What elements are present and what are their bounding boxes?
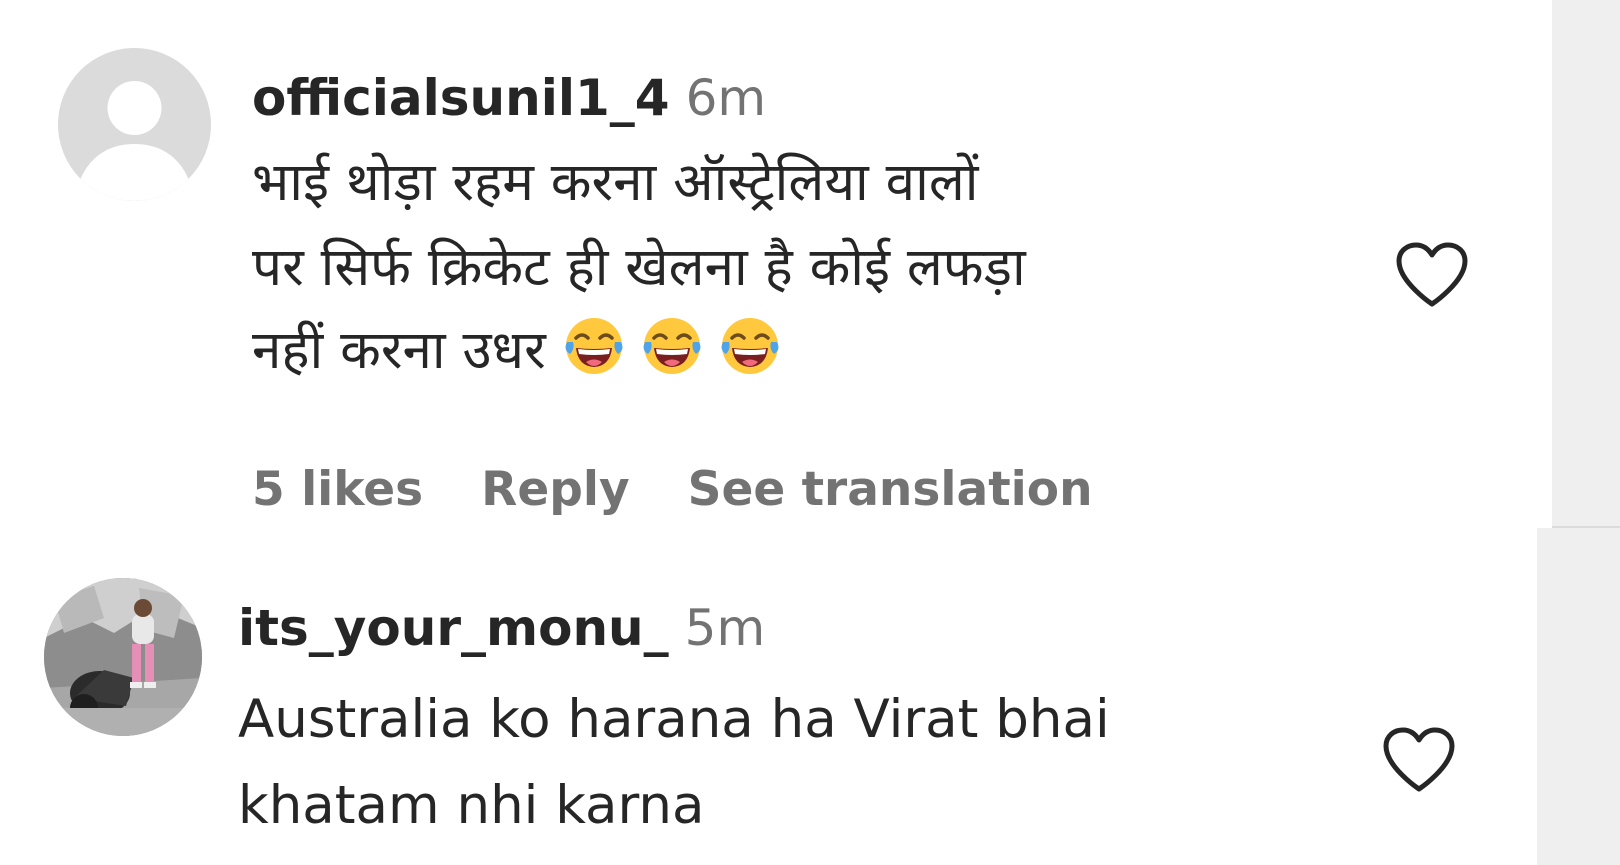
user-photo xyxy=(44,578,202,736)
avatar[interactable] xyxy=(44,578,202,736)
default-avatar-icon xyxy=(58,48,211,201)
laughing-emoji-icon xyxy=(643,318,701,374)
laughing-emoji-icon xyxy=(721,318,779,374)
heart-icon[interactable] xyxy=(1393,240,1471,310)
heart-icon[interactable] xyxy=(1380,725,1458,795)
username-link[interactable]: its_your_monu_ xyxy=(238,599,669,657)
comment-text-line: नहीं करना उधर xyxy=(252,313,780,388)
comment-actions: 5 likes Reply See translation xyxy=(252,462,1151,518)
comment-text-line: पर सिर्फ क्रिकेट ही खेलना है कोई लफड़ा xyxy=(252,237,1026,298)
comment-text: नहीं करना उधर xyxy=(252,320,546,381)
side-panel xyxy=(1552,0,1620,528)
username-link[interactable]: officialsunil1_4 xyxy=(252,69,670,127)
comments-panel: officialsunil1_4 6m भाई थोड़ा रहम करना ऑस… xyxy=(0,0,1620,865)
avatar[interactable] xyxy=(58,48,211,201)
comment-header: officialsunil1_4 6m xyxy=(252,70,766,126)
reply-button[interactable]: Reply xyxy=(481,462,629,517)
comment-text-line: Australia ko harana ha Virat bhai xyxy=(238,689,1110,750)
comment-text-line: khatam nhi karna xyxy=(238,775,705,836)
laughing-emoji-icon xyxy=(565,318,623,374)
likes-count-button[interactable]: 5 likes xyxy=(252,462,423,517)
comment-text-line: भाई थोड़ा रहम करना ऑस्ट्रेलिया वालों xyxy=(252,152,979,213)
timestamp[interactable]: 6m xyxy=(686,69,767,127)
side-panel xyxy=(1537,528,1620,865)
comment-header: its_your_monu_ 5m xyxy=(238,600,765,656)
see-translation-button[interactable]: See translation xyxy=(688,462,1093,517)
timestamp[interactable]: 5m xyxy=(685,599,766,657)
